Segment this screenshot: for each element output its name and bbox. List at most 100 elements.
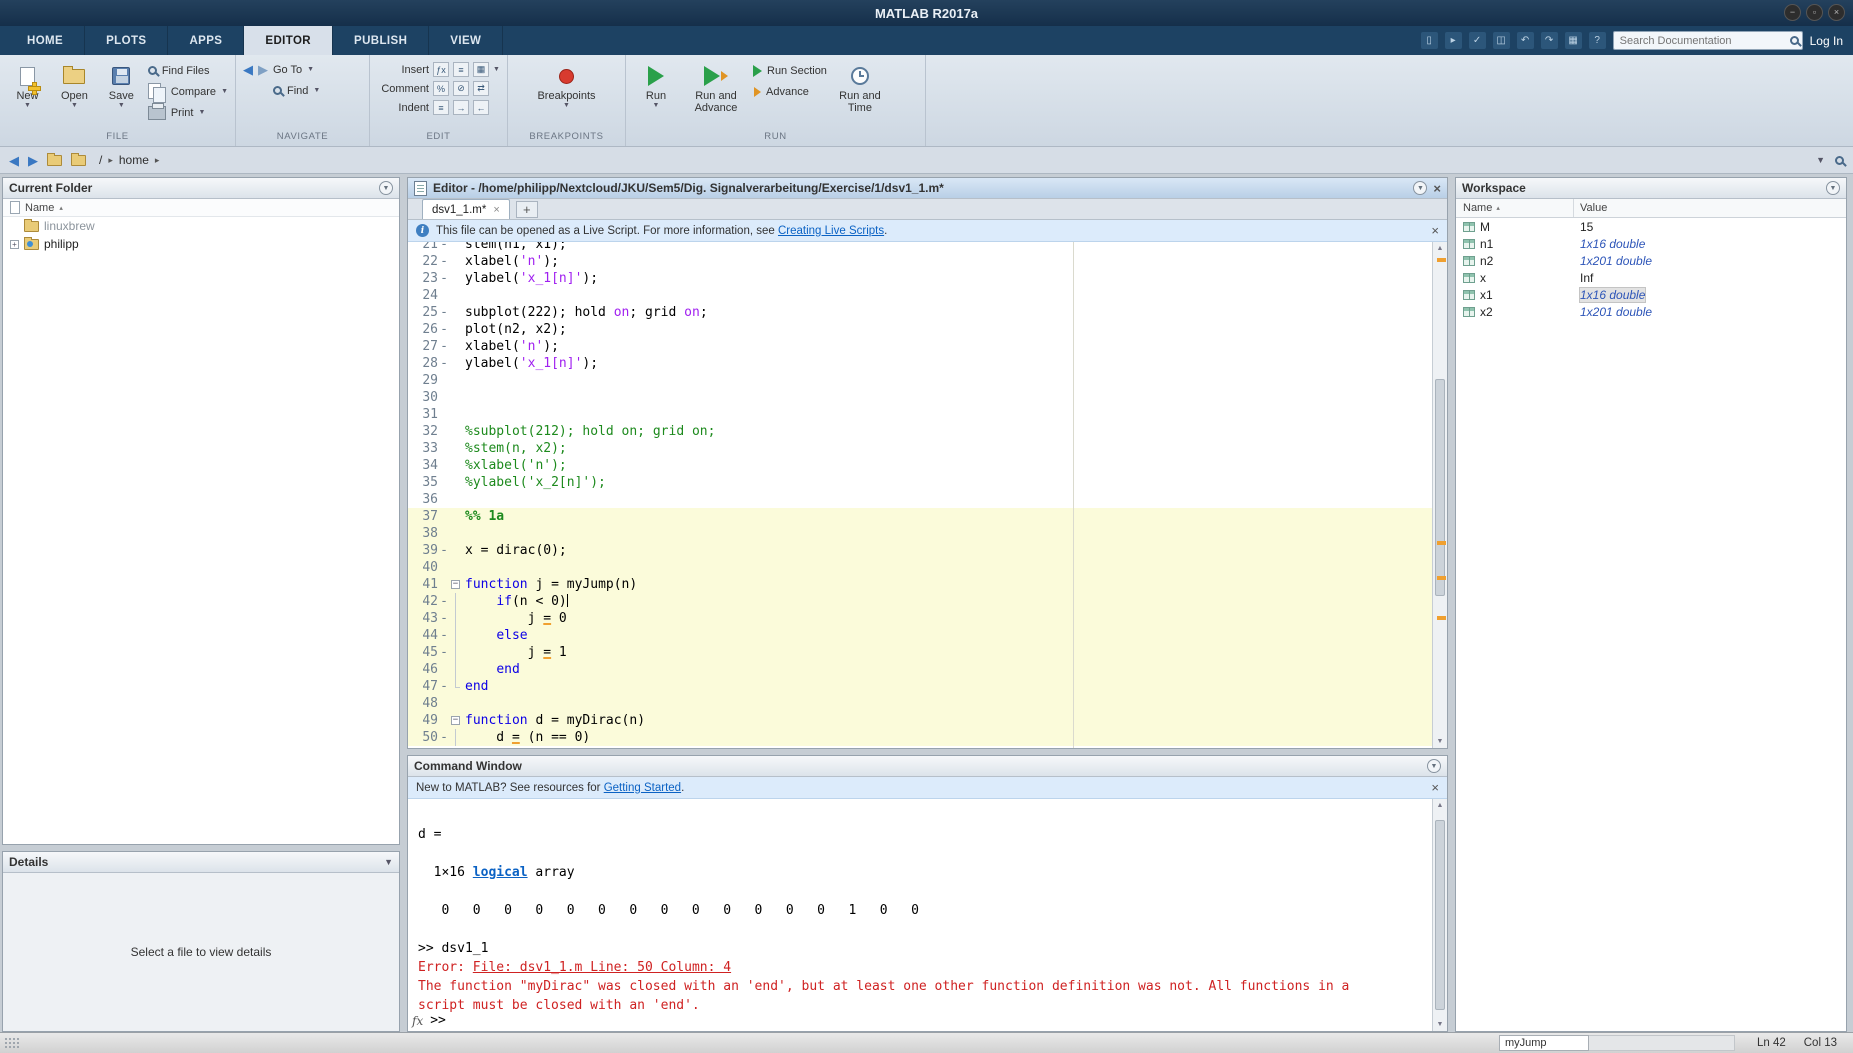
code-line[interactable]: 43- j = 0 [408, 610, 1432, 627]
up-one-level-icon[interactable] [47, 155, 62, 166]
code-line[interactable]: 28-ylabel('x_1[n]'); [408, 355, 1432, 372]
folder-item[interactable]: linuxbrew [3, 217, 399, 235]
code-line[interactable]: 31 [408, 406, 1432, 423]
workspace-row[interactable]: x21x201 double [1456, 303, 1846, 320]
scroll-up-icon[interactable]: ▲ [1433, 242, 1447, 255]
lint-marker[interactable] [1437, 576, 1446, 580]
editor-close-icon[interactable]: × [1433, 182, 1441, 195]
print-button[interactable]: Print▼ [148, 103, 228, 122]
go-to-button[interactable]: ◀ ▶ Go To▼ [243, 60, 314, 79]
code-line[interactable]: 35%ylabel('x_2[n]'); [408, 474, 1432, 491]
code-line[interactable]: 47-end [408, 678, 1432, 695]
run-button[interactable]: Run▼ [633, 60, 679, 110]
indent-left-icon[interactable]: ← [473, 100, 489, 115]
command-output[interactable]: d = 1×16 logical array 0 0 0 0 0 0 0 0 0… [408, 799, 1432, 1031]
login-link[interactable]: Log In [1810, 34, 1843, 48]
code-fold-icon[interactable]: − [451, 580, 460, 589]
breadcrumb-segment[interactable]: / [99, 153, 102, 167]
new-button[interactable]: New▼ [7, 60, 48, 110]
close-button[interactable]: × [1828, 4, 1845, 21]
command-window-menu-icon[interactable]: ▼ [1427, 759, 1441, 773]
current-folder-column-header[interactable]: Name ▴ [3, 199, 399, 217]
code-line[interactable]: 32%subplot(212); hold on; grid on; [408, 423, 1432, 440]
search-icon[interactable] [1790, 36, 1799, 45]
scrollbar-thumb[interactable] [1435, 379, 1445, 597]
find-button[interactable]: Find▼ [243, 81, 320, 100]
run-and-advance-button[interactable]: Run and Advance [685, 60, 747, 114]
save-button[interactable]: Save▼ [101, 60, 142, 110]
code-line[interactable]: 26-plot(n2, x2); [408, 321, 1432, 338]
editor-panel-menu-icon[interactable]: ▼ [1413, 181, 1427, 195]
open-file-icon[interactable]: ▸ [1445, 32, 1462, 49]
command-window-scrollbar[interactable]: ▲ ▼ [1432, 799, 1447, 1031]
code-line[interactable]: 39-x = dirac(0); [408, 542, 1432, 559]
undo-icon[interactable]: ↶ [1517, 32, 1534, 49]
code-line[interactable]: 27-xlabel('n'); [408, 338, 1432, 355]
code-fold-icon[interactable]: − [451, 716, 460, 725]
command-prompt[interactable]: fx >> [412, 1013, 446, 1028]
new-script-icon[interactable]: ▯ [1421, 32, 1438, 49]
smart-indent-icon[interactable]: ≡ [433, 100, 449, 115]
code-line[interactable]: 24 [408, 287, 1432, 304]
breadcrumb-segment[interactable]: home [119, 153, 149, 167]
code-editor[interactable]: 21-stem(n1, x1);22-xlabel('n');23-ylabel… [408, 242, 1432, 748]
code-line[interactable]: 44- else [408, 627, 1432, 644]
open-button[interactable]: Open▼ [54, 60, 95, 110]
search-documentation-input[interactable] [1620, 35, 1778, 47]
folder-item[interactable]: +philipp [3, 235, 399, 253]
code-line[interactable]: 48 [408, 695, 1432, 712]
switch-windows-icon[interactable]: ▦ [1565, 32, 1582, 49]
creating-live-scripts-link[interactable]: Creating Live Scripts [778, 225, 884, 237]
scroll-up-icon[interactable]: ▲ [1433, 799, 1447, 812]
panel-menu-icon[interactable]: ▼ [379, 181, 393, 195]
help-icon[interactable]: ? [1589, 32, 1606, 49]
insert-section-icon[interactable]: ≡ [453, 62, 469, 77]
code-line[interactable]: 38 [408, 525, 1432, 542]
workspace-row[interactable]: n21x201 double [1456, 252, 1846, 269]
back-arrow-icon[interactable]: ◀ [243, 63, 253, 76]
scroll-down-icon[interactable]: ▼ [1433, 735, 1447, 748]
find-files-button[interactable]: Find Files [148, 61, 228, 80]
indent-right-icon[interactable]: → [453, 100, 469, 115]
editor-scrollbar[interactable]: ▲ ▼ [1432, 242, 1447, 748]
notice-close-icon[interactable]: × [1431, 780, 1439, 795]
code-line[interactable]: 49−function d = myDirac(n) [408, 712, 1432, 729]
tab-view[interactable]: VIEW [429, 26, 503, 55]
code-line[interactable]: 34%xlabel('n'); [408, 457, 1432, 474]
tab-publish[interactable]: PUBLISH [333, 26, 429, 55]
tab-home[interactable]: HOME [6, 26, 85, 55]
workspace-column-header[interactable]: Name ▴ Value [1456, 199, 1846, 218]
code-line[interactable]: 29 [408, 372, 1432, 389]
lint-marker[interactable] [1437, 258, 1446, 262]
workspace-row[interactable]: n11x16 double [1456, 235, 1846, 252]
browse-folder-icon[interactable] [71, 155, 86, 166]
getting-started-link[interactable]: Getting Started [604, 782, 681, 794]
insert-function-icon[interactable]: ƒx [433, 62, 449, 77]
error-location-link[interactable]: File: dsv1_1.m Line: 50 Column: 4 [473, 960, 731, 975]
code-line[interactable]: 45- j = 1 [408, 644, 1432, 661]
code-line[interactable]: 21-stem(n1, x1); [408, 242, 1432, 253]
back-button[interactable]: ◀ [9, 154, 19, 167]
insert-cell-icon[interactable]: ▦ [473, 62, 489, 77]
compare-button[interactable]: Compare▼ [148, 82, 228, 101]
code-line[interactable]: 42- if(n < 0) [408, 593, 1432, 610]
lint-marker[interactable] [1437, 541, 1446, 545]
code-line[interactable]: 36 [408, 491, 1432, 508]
notice-close-icon[interactable]: × [1431, 223, 1439, 238]
lint-marker[interactable] [1437, 616, 1446, 620]
code-line[interactable]: 30 [408, 389, 1432, 406]
search-folder-icon[interactable] [1835, 156, 1844, 165]
workspace-row[interactable]: x11x16 double [1456, 286, 1846, 303]
code-line[interactable]: 50- d = (n == 0) [408, 729, 1432, 746]
code-line[interactable]: 37%% 1a [408, 508, 1432, 525]
tab-plots[interactable]: PLOTS [85, 26, 168, 55]
minimize-button[interactable]: − [1784, 4, 1801, 21]
code-line[interactable]: 22-xlabel('n'); [408, 253, 1432, 270]
code-line[interactable]: 23-ylabel('x_1[n]'); [408, 270, 1432, 287]
workspace-menu-icon[interactable]: ▼ [1826, 181, 1840, 195]
uncomment-icon[interactable]: ⊘ [453, 81, 469, 96]
logical-doc-link[interactable]: logical [473, 865, 528, 880]
tab-apps[interactable]: APPS [168, 26, 244, 55]
code-line[interactable]: 41−function j = myJump(n) [408, 576, 1432, 593]
wrap-comments-icon[interactable]: ⇄ [473, 81, 489, 96]
